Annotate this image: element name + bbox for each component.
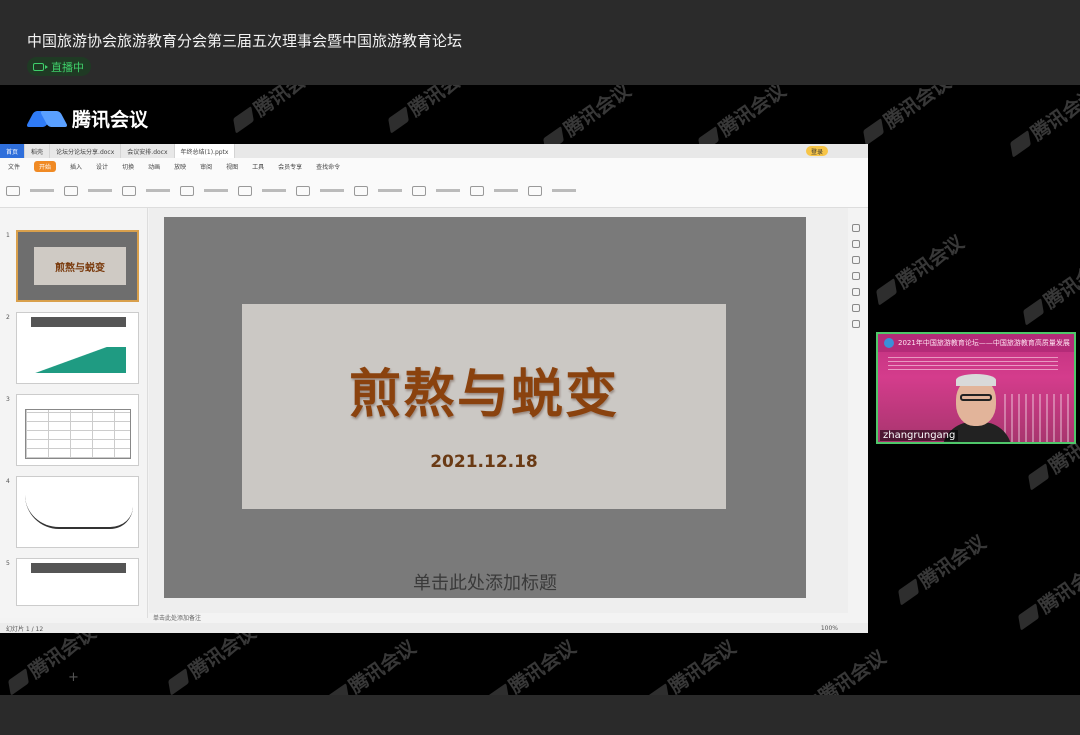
menu-member[interactable]: 会员专享 xyxy=(278,162,302,171)
zoom-level[interactable]: 100% xyxy=(821,625,838,632)
slide-title-card: 煎熬与蜕变 2021.12.18 xyxy=(242,304,726,509)
participant-name: zhangrungang xyxy=(880,430,959,441)
thumb-number: 2 xyxy=(6,314,10,321)
slide-thumb-5[interactable] xyxy=(16,558,139,606)
wps-tab-bar: 首页 稻壳 论坛分论坛分享.docx 会议安排.docx 年终总结(1).ppt… xyxy=(0,144,868,158)
ribbon-layout-icon[interactable] xyxy=(180,185,194,196)
shared-screen[interactable]: 首页 稻壳 论坛分论坛分享.docx 会议安排.docx 年终总结(1).ppt… xyxy=(0,144,868,685)
watermark: 腾讯会议 xyxy=(481,633,580,695)
page-indicator: 幻灯片 1 / 12 xyxy=(6,625,44,633)
thumb-area-chart xyxy=(31,347,126,373)
thumb-number: 4 xyxy=(6,478,10,485)
menu-start[interactable]: 开始 xyxy=(34,160,57,172)
brand: 腾讯会议 xyxy=(25,105,149,132)
menu-view[interactable]: 视图 xyxy=(226,162,238,171)
watermark: 腾讯会议 xyxy=(641,633,740,695)
thumb-header-bar xyxy=(31,563,126,573)
brand-name: 腾讯会议 xyxy=(72,109,149,131)
slide-date[interactable]: 2021.12.18 xyxy=(242,452,726,472)
watermark: 腾讯会议 xyxy=(321,633,420,695)
bottom-bar xyxy=(0,695,1080,735)
tencent-meeting-logo-icon xyxy=(25,109,69,129)
wps-login-button[interactable]: 登录 xyxy=(805,146,828,156)
menu-insert[interactable]: 插入 xyxy=(70,162,82,171)
backdrop-building xyxy=(1004,394,1074,442)
backdrop-text-lines xyxy=(888,356,1058,370)
meeting-stage: 腾讯会议 腾讯会议 腾讯会议 腾讯会议 腾讯会议 腾讯会议 腾讯会议 腾讯会议 … xyxy=(0,85,1080,695)
ribbon-format-icon[interactable] xyxy=(64,185,78,196)
thumb-title: 煎熬与蜕变 xyxy=(34,247,126,285)
watermark: 腾讯会议 xyxy=(1011,553,1080,634)
menu-transition[interactable]: 切换 xyxy=(122,162,134,171)
current-slide[interactable]: 煎熬与蜕变 2021.12.18 单击此处添加标题 xyxy=(164,217,806,598)
wps-menu-bar: 文件 开始 插入 设计 切换 动画 放映 审阅 视图 工具 会员专享 查找命令 xyxy=(0,158,868,174)
live-status-badge: 直播中 xyxy=(27,57,91,76)
watermark: 腾讯会议 xyxy=(891,528,990,609)
wps-tab-doc-2[interactable]: 会议安排.docx xyxy=(121,144,175,158)
meeting-header: 中国旅游协会旅游教育分会第三届五次理事会暨中国旅游教育论坛 直播中 xyxy=(0,0,1080,85)
style-icon[interactable] xyxy=(852,224,860,232)
menu-tools[interactable]: 工具 xyxy=(252,162,264,171)
right-toolbar xyxy=(852,224,864,424)
thumb-line-chart xyxy=(25,495,133,529)
menu-search[interactable]: 查找命令 xyxy=(316,162,340,171)
copy-icon[interactable] xyxy=(852,272,860,280)
video-camera-icon xyxy=(33,62,48,71)
slide-thumbnail-pane: 1 煎熬与蜕变 2 3 4 5 + xyxy=(0,208,148,685)
wps-tab-docer[interactable]: 稻壳 xyxy=(25,144,51,158)
status-bar: 幻灯片 1 / 12 100% xyxy=(0,623,868,633)
watermark: 腾讯会议 xyxy=(1003,85,1080,161)
live-status-label: 直播中 xyxy=(51,60,84,74)
slide-thumb-1[interactable]: 煎熬与蜕变 xyxy=(16,230,139,302)
notes-placeholder[interactable]: 单击此处添加备注 xyxy=(149,613,848,623)
wps-tab-pptx[interactable]: 年终总结(1).pptx xyxy=(174,144,236,158)
settings-icon[interactable] xyxy=(852,288,860,296)
transition-icon[interactable] xyxy=(852,256,860,264)
meeting-title: 中国旅游协会旅游教育分会第三届五次理事会暨中国旅游教育论坛 xyxy=(27,32,463,50)
location-icon[interactable] xyxy=(852,304,860,312)
help-icon[interactable] xyxy=(852,320,860,328)
thumb-number: 5 xyxy=(6,560,10,567)
animation-icon[interactable] xyxy=(852,240,860,248)
slide-title[interactable]: 煎熬与蜕变 xyxy=(242,352,726,427)
ribbon-find-icon[interactable] xyxy=(528,185,542,196)
watermark: 腾讯会议 xyxy=(856,85,955,149)
menu-file[interactable]: 文件 xyxy=(8,162,20,171)
menu-design[interactable]: 设计 xyxy=(96,162,108,171)
watermark: 腾讯会议 xyxy=(226,85,325,137)
watermark: 腾讯会议 xyxy=(869,228,968,309)
ribbon-textbox-icon[interactable] xyxy=(354,185,368,196)
participant-video-tile[interactable]: 2021年中国旅游教育论坛——中国旅游教育高质量发展 zhangrungang xyxy=(876,332,1076,444)
wps-tab-doc-1[interactable]: 论坛分论坛分享.docx xyxy=(50,144,122,158)
ribbon-new-slide-icon[interactable] xyxy=(122,185,136,196)
thumb-number: 1 xyxy=(6,232,10,239)
watermark: 腾讯会议 xyxy=(791,643,890,695)
title-placeholder[interactable]: 单击此处添加标题 xyxy=(164,569,806,595)
wps-tab-home[interactable]: 首页 xyxy=(0,144,26,158)
video-backdrop-banner: 2021年中国旅游教育论坛——中国旅游教育高质量发展 xyxy=(878,334,1074,352)
ribbon-paste-icon[interactable] xyxy=(6,185,20,196)
menu-slideshow[interactable]: 放映 xyxy=(174,162,186,171)
banner-text: 2021年中国旅游教育论坛——中国旅游教育高质量发展 xyxy=(898,339,1070,347)
wps-ribbon xyxy=(0,174,868,208)
menu-animation[interactable]: 动画 xyxy=(148,162,160,171)
slide-thumb-2[interactable] xyxy=(16,312,139,384)
menu-review[interactable]: 审阅 xyxy=(200,162,212,171)
slide-editor-canvas[interactable]: 煎熬与蜕变 2021.12.18 单击此处添加标题 xyxy=(149,208,848,613)
ribbon-font-icon[interactable] xyxy=(238,185,252,196)
slide-thumb-4[interactable] xyxy=(16,476,139,548)
ribbon-align-icon[interactable] xyxy=(296,185,310,196)
ribbon-shape-icon[interactable] xyxy=(412,185,426,196)
slide-thumb-3[interactable] xyxy=(16,394,139,466)
thumb-header-bar xyxy=(31,317,126,327)
add-slide-icon[interactable]: + xyxy=(68,670,79,685)
thumb-number: 3 xyxy=(6,396,10,403)
watermark: 腾讯会议 xyxy=(1016,248,1080,329)
event-logo-icon xyxy=(884,338,894,348)
watermark: 腾讯会议 xyxy=(381,85,480,137)
participant-glasses xyxy=(960,394,992,401)
ribbon-picture-icon[interactable] xyxy=(470,185,484,196)
participant-hair xyxy=(956,374,996,386)
thumb-table xyxy=(25,409,131,459)
